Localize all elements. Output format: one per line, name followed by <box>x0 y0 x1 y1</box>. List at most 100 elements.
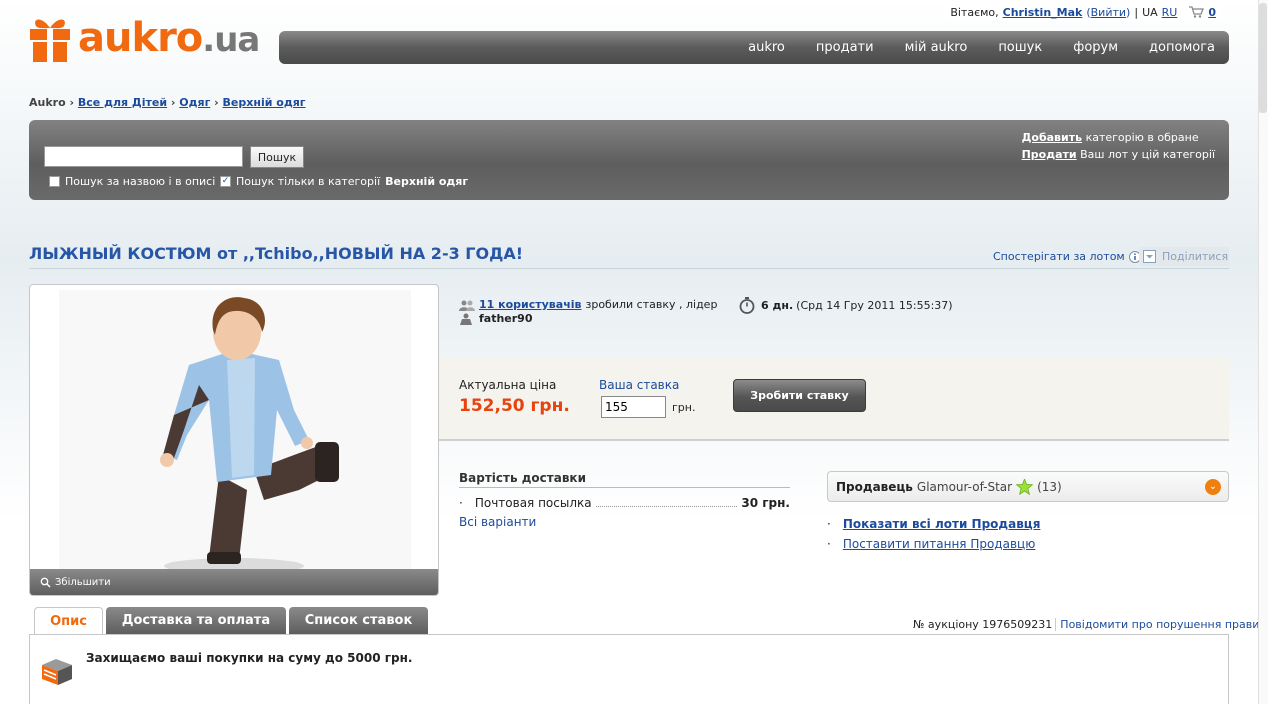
auction-number: № аукціону 1976509231 Повідомити про пору… <box>913 618 1267 631</box>
leader-icon <box>459 313 473 325</box>
your-bid-label: Ваша ставка <box>599 378 680 392</box>
zoom-label[interactable]: Збільшити <box>55 577 111 588</box>
bid-currency: грн. <box>672 401 696 414</box>
watch-lot-label[interactable]: Спостерігати за лотом <box>993 250 1125 263</box>
tab-delivery-payment[interactable]: Доставка та оплата <box>106 607 286 634</box>
nav-aukro[interactable]: aukro <box>748 40 785 55</box>
star-icon <box>1016 478 1034 495</box>
auction-number-label: № аукціону 1976509231 <box>913 618 1053 631</box>
sell-in-category-text: Ваш лот у цій категорії <box>1080 148 1215 161</box>
seller-all-lots-link[interactable]: Показати всі лоти Продавця <box>843 514 1041 534</box>
site-logo[interactable]: aukro.ua <box>28 15 260 63</box>
ask-seller-link[interactable]: Поставити питання Продавцю <box>843 534 1035 554</box>
option-category-name: Верхній одяг <box>385 175 469 188</box>
shipping-method: Почтовая посылка <box>474 496 592 510</box>
bidders-text: зробили ставку , лідер <box>585 298 718 311</box>
breadcrumb-item-kids[interactable]: Все для Дітей <box>78 96 167 109</box>
seller-label: Продавець <box>836 479 913 494</box>
stopwatch-icon <box>739 297 755 314</box>
sell-in-category-link[interactable]: Продати <box>1022 148 1077 161</box>
bullet: · <box>827 517 831 531</box>
add-favorite-text: категорію в обране <box>1085 131 1199 144</box>
time-left: 6 дн. (Срд 14 Гру 2011 15:55:37) <box>739 297 953 314</box>
title-divider <box>29 268 1229 269</box>
bidders-link[interactable]: 11 користувачів <box>479 298 581 312</box>
checkbox-description[interactable] <box>49 176 60 187</box>
tab-description[interactable]: Опис <box>34 607 103 634</box>
item-title: ЛЫЖНЫЙ КОСТЮМ от ,,Tchibo,,НОВЫЙ НА 2-3 … <box>29 244 524 263</box>
search-input[interactable] <box>44 146 243 167</box>
breadcrumb-item-clothes[interactable]: Одяг <box>179 96 210 109</box>
username-link[interactable]: Christin_Mak <box>1003 6 1083 19</box>
logo-brand: aukro <box>78 15 203 61</box>
gift-icon <box>28 16 72 62</box>
nav-my-aukro[interactable]: мій aukro <box>905 40 968 55</box>
share-label: Поділитися <box>1162 250 1229 263</box>
protection-icon <box>40 657 74 687</box>
zoom-bar[interactable]: Збільшити <box>30 569 438 595</box>
search-button[interactable]: Пошук <box>250 146 304 168</box>
bullet: · <box>827 537 831 551</box>
bid-box: Актуальна ціна 152,50 грн. Ваша ставка г… <box>439 357 1229 441</box>
tab-bid-list[interactable]: Список ставок <box>289 607 428 634</box>
report-violation-link[interactable]: Повідомити про порушення правил <box>1055 618 1267 631</box>
scrollbar-thumb[interactable] <box>1259 3 1267 113</box>
product-image-panel[interactable]: Збільшити <box>29 284 439 596</box>
users-icon <box>459 300 475 311</box>
days-left: 6 дн. <box>761 299 794 312</box>
breadcrumb-item-outerwear[interactable]: Верхній одяг <box>223 96 306 109</box>
nav-help[interactable]: допомога <box>1149 40 1215 55</box>
shipping-cost: 30 грн. <box>741 496 790 510</box>
place-bid-button[interactable]: Зробити ставку <box>733 379 866 412</box>
breadcrumb-sep: › <box>214 96 219 109</box>
description-panel: Захищаємо ваші покупки на суму до 5000 г… <box>29 634 1229 704</box>
shipping-title: Вартість доставки <box>459 471 790 488</box>
option-description-label: Пошук за назвою і в описі <box>65 175 216 188</box>
protection-text: Захищаємо ваші покупки на суму до 5000 г… <box>86 651 413 665</box>
search-option-category[interactable]: ✓ Пошук тільки в категорії Верхній одяг <box>220 175 468 188</box>
breadcrumb-sep: › <box>69 96 75 109</box>
add-favorite-link[interactable]: Добавить <box>1022 131 1082 144</box>
bidders-info: 11 користувачів зробили ставку , лідер f… <box>459 298 717 326</box>
nav-sell[interactable]: продати <box>816 40 874 55</box>
cart-count[interactable]: 0 <box>1208 6 1216 19</box>
search-panel: Пошук Пошук за назвою і в описі ✓ Пошук … <box>29 120 1229 200</box>
breadcrumb-sep: › <box>170 96 176 109</box>
category-actions: Добавить категорію в обране Продати Ваш … <box>1022 129 1215 163</box>
bid-input[interactable] <box>601 396 666 418</box>
breadcrumb-home: Aukro <box>29 96 66 109</box>
end-date: (Срд 14 Гру 2011 15:55:37) <box>796 299 953 312</box>
all-shipping-options-link[interactable]: Всі варіанти <box>459 515 536 529</box>
chevron-down-icon[interactable]: ⌄ <box>1205 479 1221 495</box>
search-option-description[interactable]: Пошук за назвою і в описі <box>49 175 215 188</box>
product-photo[interactable] <box>59 290 411 572</box>
breadcrumb: Aukro › Все для Дітей › Одяг › Верхній о… <box>29 96 306 109</box>
checkbox-category-checked[interactable]: ✓ <box>220 176 231 187</box>
main-nav: aukro продати мій aukro пошук форум допо… <box>279 31 1229 64</box>
leader-name: father90 <box>479 312 533 325</box>
logo-tld: .ua <box>202 20 260 60</box>
dot-leader <box>595 506 738 507</box>
lang-ua: UA <box>1142 5 1158 19</box>
lang-ru-link[interactable]: RU <box>1162 6 1178 19</box>
nav-forum[interactable]: форум <box>1073 40 1118 55</box>
nav-search[interactable]: пошук <box>998 40 1042 55</box>
seller-links: · Показати всі лоти Продавця · Поставити п… <box>827 514 1040 554</box>
shipping-row: · Почтовая посылка 30 грн. <box>459 496 790 510</box>
seller-rating: (13) <box>1037 479 1062 494</box>
separator: | <box>1134 5 1139 19</box>
share-dropdown-icon <box>1143 250 1156 263</box>
watch-lot[interactable]: Спостерігати за лотом <box>993 250 1141 263</box>
greeting: Вітаємо, <box>950 5 999 19</box>
cart-icon[interactable] <box>1189 6 1205 18</box>
share-button[interactable]: Поділитися <box>1139 247 1229 266</box>
logout-link[interactable]: Вийти <box>1091 6 1126 19</box>
seller-box[interactable]: Продавець Glamour-of-Star (13) ⌄ <box>827 471 1229 502</box>
logo-text: aukro.ua <box>78 15 260 63</box>
magnifier-icon <box>40 577 51 588</box>
current-price: 152,50 грн. <box>459 396 570 416</box>
seller-name[interactable]: Glamour-of-Star <box>917 480 1012 494</box>
list-item: · Поставити питання Продавцю <box>827 534 1040 554</box>
user-bar: Вітаємо, Christin_Mak (Вийти) | UA RU 0 <box>946 3 1220 21</box>
list-item: · Показати всі лоти Продавця <box>827 514 1040 534</box>
